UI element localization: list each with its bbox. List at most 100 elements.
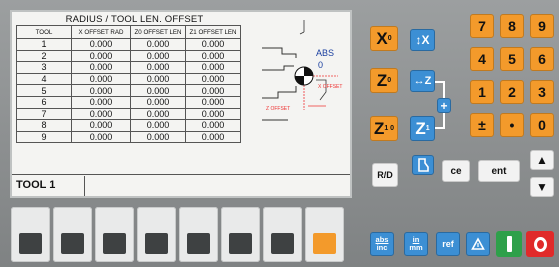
table-row[interactable]: 1 0.000 0.000 0.000 bbox=[16, 38, 241, 51]
z-jog-icon: ↔Z bbox=[413, 75, 432, 87]
x-jog-key[interactable]: ↕X bbox=[410, 29, 435, 51]
power-on-key[interactable] bbox=[496, 231, 522, 257]
col-header-tool: TOOL bbox=[16, 25, 72, 39]
softkey-8[interactable] bbox=[305, 207, 344, 262]
ce-key[interactable]: ce bbox=[442, 160, 470, 182]
tool-number-cell: 6 bbox=[16, 95, 72, 109]
numpad-key-label: ± bbox=[478, 117, 486, 133]
ent-key[interactable]: ent bbox=[478, 160, 520, 182]
z0-axis-key[interactable]: Z0 bbox=[370, 68, 398, 93]
softkey-indicator bbox=[145, 233, 168, 254]
radius-diameter-key[interactable]: R/D bbox=[372, 163, 398, 187]
numpad-key-label: 9 bbox=[538, 18, 546, 34]
plus-key[interactable]: + bbox=[437, 98, 451, 113]
table-row[interactable]: 9 0.000 0.000 0.000 bbox=[16, 130, 241, 144]
abs-inc-key[interactable]: abs inc bbox=[370, 232, 394, 256]
z0-axis-key-label: Z bbox=[376, 70, 388, 90]
z10-axis-key[interactable]: Z1 0 bbox=[370, 116, 398, 141]
z10-axis-key-sub: 1 0 bbox=[384, 125, 395, 132]
offset-value-cell: 0.000 bbox=[130, 49, 186, 63]
table-row[interactable]: 6 0.000 0.000 0.000 bbox=[16, 95, 241, 109]
table-row[interactable]: 3 0.000 0.000 0.000 bbox=[16, 61, 241, 74]
radius-diameter-label: R/D bbox=[377, 170, 393, 180]
offset-value-cell: 0.000 bbox=[71, 95, 131, 109]
display-screen: RADIUS / TOOL LEN. OFFSET TOOL X OFFSET … bbox=[10, 10, 352, 198]
tool-number-cell: 4 bbox=[16, 72, 72, 86]
numpad-key-label: 0 bbox=[538, 117, 546, 133]
offset-value-cell: 0.000 bbox=[130, 130, 186, 144]
power-on-icon bbox=[506, 236, 512, 252]
tool-number-cell: 7 bbox=[16, 107, 72, 121]
up-arrow-key[interactable]: ▲ bbox=[530, 150, 554, 170]
numpad-key[interactable]: • bbox=[500, 113, 524, 137]
numpad-key[interactable]: 7 bbox=[470, 14, 494, 38]
abs-label: ABS bbox=[316, 48, 334, 58]
softkey-indicator-active bbox=[313, 233, 336, 254]
softkey-2[interactable] bbox=[53, 207, 92, 262]
numpad-key-label: 8 bbox=[508, 18, 516, 34]
softkey-3[interactable] bbox=[95, 207, 134, 262]
tool-status-label: TOOL bbox=[16, 179, 47, 191]
tool-number-cell: 1 bbox=[16, 38, 72, 51]
table-row[interactable]: 5 0.000 0.000 0.000 bbox=[16, 84, 241, 97]
table-row[interactable]: 7 0.000 0.000 0.000 bbox=[16, 107, 241, 121]
softkey-7[interactable] bbox=[263, 207, 302, 262]
tool-icon bbox=[418, 158, 429, 172]
col-header-x-offset: X OFFSET RAD bbox=[71, 25, 131, 39]
numpad-key[interactable]: 9 bbox=[530, 14, 554, 38]
in-mm-key[interactable]: in mm bbox=[404, 232, 428, 256]
table-row[interactable]: 2 0.000 0.000 0.000 bbox=[16, 49, 241, 63]
power-off-key[interactable] bbox=[526, 231, 554, 257]
numpad-key[interactable]: ± bbox=[470, 113, 494, 137]
offset-value-cell: 0.000 bbox=[71, 107, 131, 121]
numpad-key[interactable]: 4 bbox=[470, 47, 494, 71]
offset-value-cell: 0.000 bbox=[71, 49, 131, 63]
softkey-indicator bbox=[19, 233, 42, 254]
z10-axis-key-label: Z bbox=[373, 118, 385, 138]
offset-value-cell: 0.000 bbox=[71, 61, 131, 74]
numpad-key[interactable]: 5 bbox=[500, 47, 524, 71]
tool-number-cell: 3 bbox=[16, 61, 72, 74]
delta-key[interactable] bbox=[466, 232, 490, 256]
offset-value-cell: 0.000 bbox=[130, 72, 186, 86]
offset-value-cell: 0.000 bbox=[185, 130, 241, 144]
numpad-key[interactable]: 2 bbox=[500, 80, 524, 104]
softkey-1[interactable] bbox=[11, 207, 50, 262]
offset-value-cell: 0.000 bbox=[130, 84, 186, 97]
z1-key[interactable]: Z1 bbox=[410, 116, 435, 141]
offset-value-cell: 0.000 bbox=[71, 119, 131, 132]
softkey-5[interactable] bbox=[179, 207, 218, 262]
ref-key[interactable]: ref bbox=[436, 232, 460, 256]
numpad-key[interactable]: 3 bbox=[530, 80, 554, 104]
numpad-key-label: 2 bbox=[508, 84, 516, 100]
x-axis-key[interactable]: X0 bbox=[370, 26, 398, 51]
tool-number-cell: 2 bbox=[16, 49, 72, 63]
down-arrow-key[interactable]: ▼ bbox=[530, 177, 554, 197]
numpad-key[interactable]: 0 bbox=[530, 113, 554, 137]
tool-number-cell: 5 bbox=[16, 84, 72, 97]
offset-value-cell: 0.000 bbox=[71, 72, 131, 86]
tool-key[interactable] bbox=[412, 155, 434, 175]
offset-value-cell: 0.000 bbox=[71, 84, 131, 97]
status-separator bbox=[84, 176, 85, 196]
offset-value-cell: 0.000 bbox=[185, 107, 241, 121]
tool-offset-diagram: ABS 0 X OFFSET Z OFFSET bbox=[262, 20, 342, 121]
softkey-6[interactable] bbox=[221, 207, 260, 262]
offset-value-cell: 0.000 bbox=[185, 84, 241, 97]
softkey-indicator bbox=[229, 233, 252, 254]
numpad-key[interactable]: 1 bbox=[470, 80, 494, 104]
table-row[interactable]: 4 0.000 0.000 0.000 bbox=[16, 72, 241, 86]
offset-value-cell: 0.000 bbox=[130, 119, 186, 132]
numpad-key-label: 5 bbox=[508, 51, 516, 67]
softkey-4[interactable] bbox=[137, 207, 176, 262]
z-offset-label: Z OFFSET bbox=[266, 106, 290, 112]
z-jog-key[interactable]: ↔Z bbox=[410, 70, 435, 92]
numpad-key[interactable]: 6 bbox=[530, 47, 554, 71]
numpad-key[interactable]: 8 bbox=[500, 14, 524, 38]
table-row[interactable]: 8 0.000 0.000 0.000 bbox=[16, 119, 241, 132]
softkey-indicator bbox=[271, 233, 294, 254]
offset-value-cell: 0.000 bbox=[130, 38, 186, 51]
offset-value-cell: 0.000 bbox=[185, 38, 241, 51]
x-jog-icon: ↕X bbox=[415, 33, 430, 47]
offset-value-cell: 0.000 bbox=[71, 130, 131, 144]
